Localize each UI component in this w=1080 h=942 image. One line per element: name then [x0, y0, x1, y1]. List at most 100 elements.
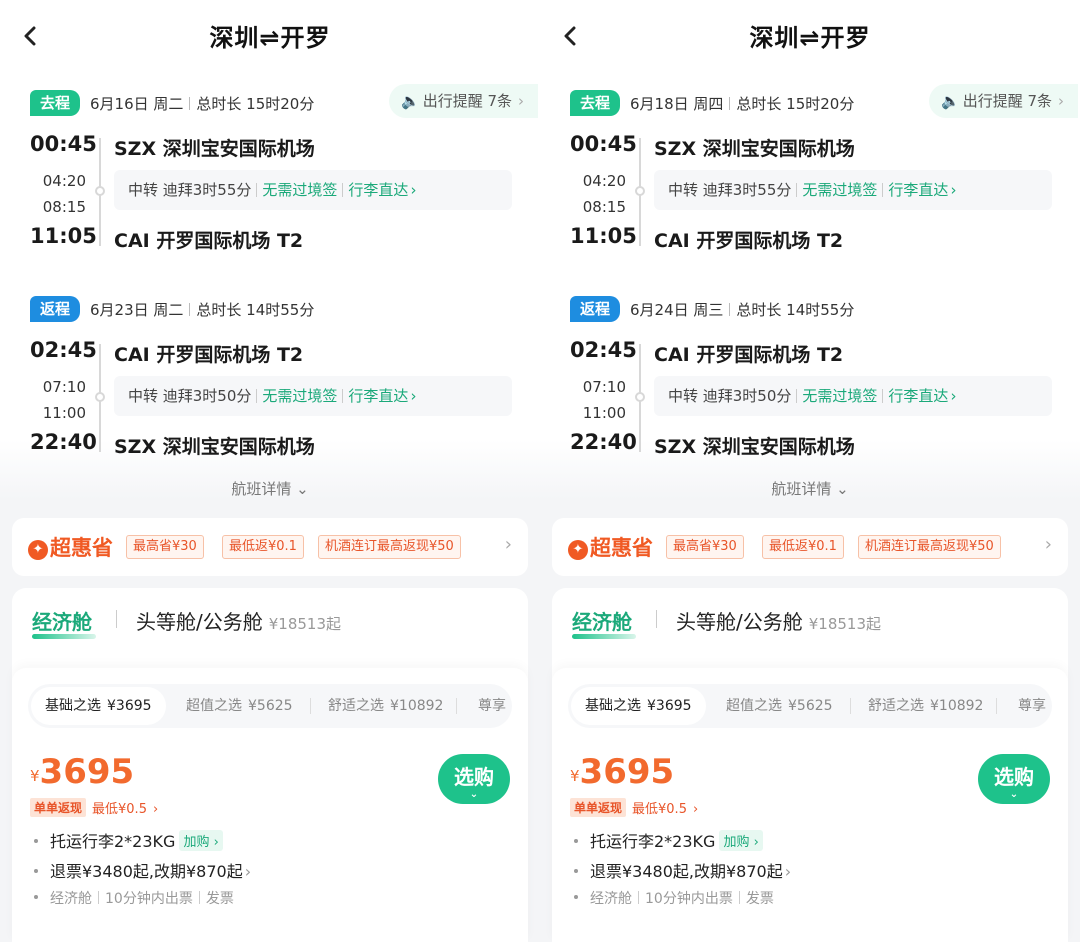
buy-button[interactable]: 选购 ⌄: [438, 754, 510, 804]
cashback-badge: 单单返现: [30, 798, 87, 817]
chevron-right-icon: ›: [152, 802, 159, 817]
travel-reminder-button[interactable]: 🔈 出行提醒 7条 ›: [929, 84, 1078, 118]
outbound-transfer-info[interactable]: 中转 迪拜3时55分 无需过境签 行李直达 ›: [654, 170, 1052, 210]
addon-button[interactable]: 加购 ›: [179, 830, 223, 851]
outbound-tag: 去程: [570, 90, 621, 116]
promo-chip: 最高省¥30: [666, 535, 744, 559]
outbound-arr-time: 11:05: [570, 224, 637, 248]
fare-tab-premium[interactable]: 尊享: [1018, 684, 1046, 728]
screen-left: 深圳⇌开罗 去程 6月16日 周二 总时长 15时20分 🔈 出行提醒 7条 › 00…: [0, 0, 540, 942]
timeline-dot: [95, 186, 105, 196]
promo-brand: ✦ 超惠省: [568, 532, 653, 562]
perk-refund[interactable]: 退票¥3480起,改期¥870起 ›: [574, 858, 791, 882]
speaker-icon: 🔈: [401, 92, 420, 110]
tab-economy[interactable]: 经济舱: [32, 606, 92, 635]
outbound-transfer-arr-time: 04:20: [582, 172, 626, 190]
return-tag: 返程: [570, 296, 621, 322]
outbound-arr-time: 11:05: [30, 224, 97, 248]
outbound-transfer-dep-time: 08:15: [42, 198, 86, 216]
fare-tab-divider: [310, 698, 311, 714]
timeline-dot: [635, 186, 645, 196]
fare-tab-basic[interactable]: 基础之选 ¥3695: [31, 687, 166, 725]
outbound-dep-time: 00:45: [30, 132, 97, 156]
return-transfer-dep-time: 11:00: [582, 404, 626, 422]
outbound-tag: 去程: [30, 90, 81, 116]
promo-chip: 机酒连订最高返现¥50: [318, 535, 461, 559]
return-transfer-info[interactable]: 中转 迪拜3时50分 无需过境签 行李直达 ›: [654, 376, 1052, 416]
fare-tab-comfort[interactable]: 舒适之选 ¥10892: [328, 684, 443, 728]
chevron-right-icon: ›: [504, 534, 512, 555]
tab-business[interactable]: 头等舱/公务舱 ¥18513起: [676, 606, 881, 635]
return-dep-time: 02:45: [30, 338, 97, 362]
fare-tab-value[interactable]: 超值之选 ¥5625: [186, 684, 293, 728]
return-trip: 返程 6月24日 周三 总时长 14时55分 02:45 07:10 11:00 …: [570, 296, 1070, 468]
promo-brand: ✦ 超惠省: [28, 532, 113, 562]
fare-tab-premium[interactable]: 尊享: [478, 684, 506, 728]
tab-business[interactable]: 头等舱/公务舱 ¥18513起: [136, 606, 341, 635]
cashback-row[interactable]: 单单返现 最低¥0.5 ›: [30, 798, 158, 817]
return-transfer-arr-time: 07:10: [582, 378, 626, 396]
screen-right: 深圳⇌开罗 去程 6月18日 周四 总时长 15时20分 🔈 出行提醒 7条 › 00…: [540, 0, 1080, 942]
outbound-transfer-dep-time: 08:15: [582, 198, 626, 216]
outbound-transfer-info[interactable]: 中转 迪拜3时55分 无需过境签 行李直达 ›: [114, 170, 512, 210]
return-trip: 返程 6月23日 周二 总时长 14时55分 02:45 07:10 11:00 …: [30, 296, 530, 468]
tab-economy[interactable]: 经济舱: [572, 606, 632, 635]
timeline-dot: [95, 392, 105, 402]
fire-icon: ✦: [568, 540, 588, 560]
chevron-down-icon: ⌄: [836, 480, 849, 498]
promo-chip: 机酒连订最高返现¥50: [858, 535, 1001, 559]
fare-tabs: 基础之选 ¥3695 超值之选 ¥5625 舒适之选 ¥10892 尊享: [568, 684, 1052, 728]
promo-chip: 最低返¥0.1: [222, 535, 304, 559]
fare-tab-comfort[interactable]: 舒适之选 ¥10892: [868, 684, 983, 728]
return-transfer-dep-time: 11:00: [42, 404, 86, 422]
perk-meta: 经济舱 10分钟内出票 发票: [34, 888, 234, 908]
addon-button[interactable]: 加购 ›: [719, 830, 763, 851]
return-transfer-arr-time: 07:10: [42, 378, 86, 396]
fare-box: 基础之选 ¥3695 超值之选 ¥5625 舒适之选 ¥10892 尊享 ¥3695 …: [12, 668, 528, 942]
travel-reminder-button[interactable]: 🔈 出行提醒 7条 ›: [389, 84, 538, 118]
cabin-card: 经济舱 头等舱/公务舱 ¥18513起 基础之选 ¥3695 超值之选 ¥5625 舒…: [552, 588, 1068, 942]
return-dep-airport: CAI 开罗国际机场 T2: [114, 344, 304, 366]
buy-button[interactable]: 选购 ⌄: [978, 754, 1050, 804]
fare-tab-divider: [850, 698, 851, 714]
outbound-trip: 去程 6月18日 周四 总时长 15时20分 🔈 出行提醒 7条 › 00:45 04…: [570, 84, 1078, 262]
chevron-right-icon: ›: [950, 181, 957, 199]
flight-detail-toggle[interactable]: 航班详情 ⌄: [0, 478, 540, 499]
fare-box: 基础之选 ¥3695 超值之选 ¥5625 舒适之选 ¥10892 尊享 ¥3695 …: [552, 668, 1068, 942]
return-arr-airport: SZX 深圳宝安国际机场: [114, 436, 315, 458]
fare-tab-value[interactable]: 超值之选 ¥5625: [726, 684, 833, 728]
promo-banner[interactable]: ✦ 超惠省 最高省¥30 最低返¥0.1 机酒连订最高返现¥50 ›: [552, 518, 1068, 576]
return-transfer-info[interactable]: 中转 迪拜3时50分 无需过境签 行李直达 ›: [114, 376, 512, 416]
chevron-right-icon: ›: [410, 181, 417, 199]
chevron-right-icon: ›: [692, 802, 699, 817]
chevron-down-icon: ⌄: [469, 789, 479, 800]
return-arr-time: 22:40: [570, 430, 637, 454]
screens: 深圳⇌开罗 去程 6月16日 周二 总时长 15时20分 🔈 出行提醒 7条 › 00…: [0, 0, 1080, 942]
fare-tab-divider: [456, 698, 457, 714]
perk-refund[interactable]: 退票¥3480起,改期¥870起 ›: [34, 858, 251, 882]
fare-tab-basic[interactable]: 基础之选 ¥3695: [571, 687, 706, 725]
perk-meta: 经济舱 10分钟内出票 发票: [574, 888, 774, 908]
tab-divider: [116, 610, 117, 628]
return-tag: 返程: [30, 296, 81, 322]
chevron-right-icon: ›: [950, 387, 957, 405]
chevron-right-icon: ›: [518, 92, 524, 110]
outbound-dep-airport: SZX 深圳宝安国际机场: [114, 138, 315, 160]
return-date: 6月24日 周三 总时长 14时55分: [630, 301, 855, 319]
flight-detail-toggle[interactable]: 航班详情 ⌄: [540, 478, 1080, 499]
fire-icon: ✦: [28, 540, 48, 560]
promo-banner[interactable]: ✦ 超惠省 最高省¥30 最低返¥0.1 机酒连订最高返现¥50 ›: [12, 518, 528, 576]
timeline-dot: [635, 392, 645, 402]
fare-tab-divider: [996, 698, 997, 714]
promo-chip: 最低返¥0.1: [762, 535, 844, 559]
tab-divider: [656, 610, 657, 628]
perk-baggage: 托运行李2*23KG 加购 ›: [34, 828, 223, 852]
speaker-icon: 🔈: [941, 92, 960, 110]
outbound-date: 6月16日 周二 总时长 15时20分: [90, 95, 315, 113]
outbound-dep-airport: SZX 深圳宝安国际机场: [654, 138, 855, 160]
outbound-transfer-arr-time: 04:20: [42, 172, 86, 190]
chevron-right-icon: ›: [410, 387, 417, 405]
chevron-right-icon: ›: [1058, 92, 1064, 110]
page-title: 深圳⇌开罗: [209, 24, 331, 52]
cashback-row[interactable]: 单单返现 最低¥0.5 ›: [570, 798, 698, 817]
